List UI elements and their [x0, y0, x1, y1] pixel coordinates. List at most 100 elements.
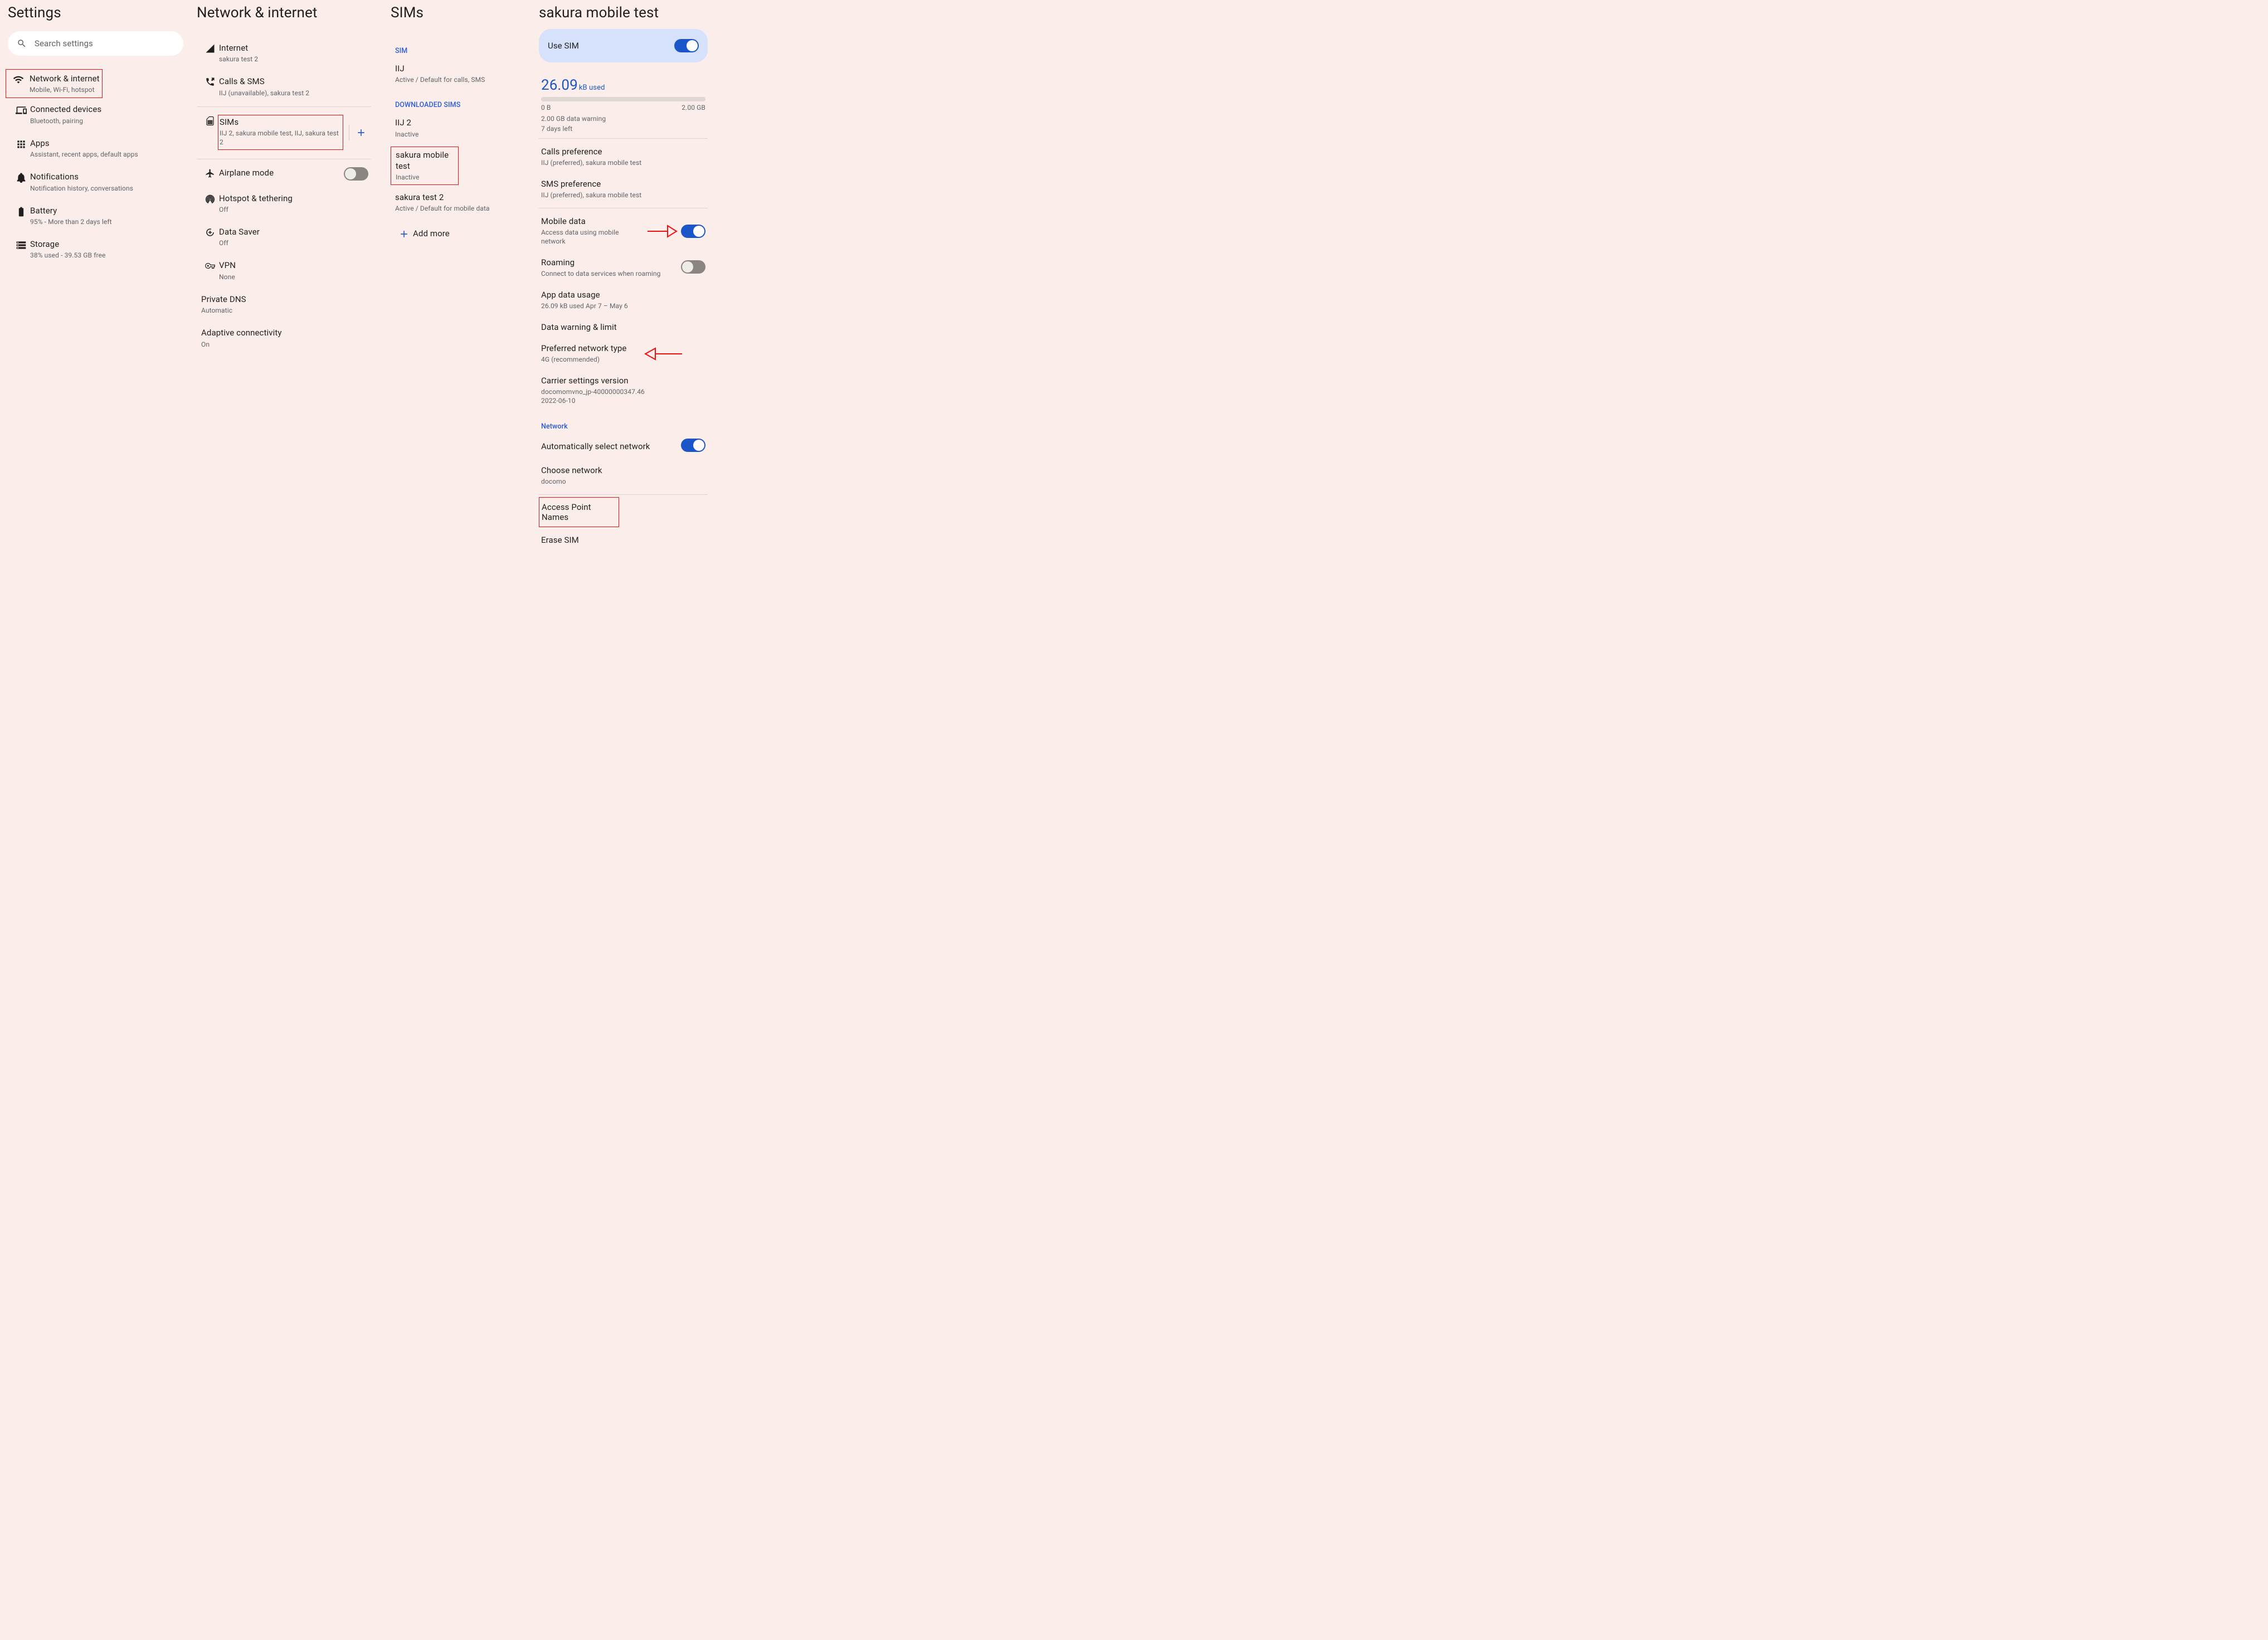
app-data-usage[interactable]: App data usage 26.09 kB used Apr 7 – May…: [539, 284, 708, 317]
item-title: Internet: [219, 42, 371, 53]
item-title: Network & internet: [30, 73, 102, 84]
hotspot-icon: [201, 194, 219, 204]
item-sub: None: [219, 272, 371, 281]
item-apps[interactable]: Apps Assistant, recent apps, default app…: [8, 132, 187, 166]
item-title: sakura mobile test: [396, 149, 458, 172]
item-sub: sakura test 2: [219, 55, 371, 64]
sim-icon: [201, 116, 219, 126]
item-sub: docomo: [541, 477, 705, 486]
item-title: SMS preference: [541, 179, 705, 189]
item-sims[interactable]: SIMs IIJ 2, sakura mobile test, IIJ, sak…: [197, 109, 343, 157]
item-internet[interactable]: Internet sakura test 2: [197, 37, 371, 70]
item-battery[interactable]: Battery 95% - More than 2 days left: [8, 199, 187, 233]
item-title: Erase SIM: [541, 535, 705, 545]
section-sim: SIM: [391, 41, 529, 57]
item-title: Data Saver: [219, 226, 371, 237]
item-title: Carrier settings version: [541, 376, 705, 386]
mobile-data[interactable]: Mobile data Access data using mobile net…: [539, 211, 708, 252]
data-warning-limit[interactable]: Data warning & limit: [539, 317, 708, 338]
item-sub: Mobile, Wi-Fi, hotspot: [30, 85, 102, 94]
mobile-data-toggle[interactable]: [681, 225, 705, 238]
use-sim-card[interactable]: Use SIM: [539, 29, 708, 62]
item-title: App data usage: [541, 290, 705, 300]
sim-item-sakura-mobile-test[interactable]: sakura mobile test Inactive: [391, 147, 459, 185]
item-sub: Bluetooth, pairing: [30, 116, 187, 125]
item-sub: IIJ (unavailable), sakura test 2: [219, 89, 371, 98]
usage-warning-line: 2.00 GB data warning: [541, 114, 705, 124]
usage-cap-left: 0 B: [541, 104, 551, 111]
item-title: Preferred network type: [541, 343, 639, 353]
storage-icon: [12, 240, 30, 251]
item-title: sakura test 2: [395, 192, 529, 203]
item-sub: Access data using mobile network: [541, 228, 642, 247]
item-sub: IIJ (preferred), sakura mobile test: [541, 158, 705, 168]
item-title: Data warning & limit: [541, 322, 705, 332]
usage-unit: kB used: [579, 84, 605, 92]
item-sub: Automatic: [201, 306, 371, 315]
item-private-dns[interactable]: Private DNS Automatic: [197, 288, 371, 322]
airplane-toggle[interactable]: [344, 167, 368, 181]
item-airplane-mode[interactable]: Airplane mode: [197, 162, 371, 187]
item-hotspot[interactable]: Hotspot & tethering Off: [197, 187, 371, 221]
item-network-internet[interactable]: Network & internet Mobile, Wi-Fi, hotspo…: [6, 69, 103, 98]
item-sub: Connect to data services when roaming: [541, 269, 676, 279]
item-title: Hotspot & tethering: [219, 193, 371, 204]
item-storage[interactable]: Storage 38% used - 39.53 GB free: [8, 233, 187, 266]
item-title: Apps: [30, 138, 187, 149]
item-adaptive-connectivity[interactable]: Adaptive connectivity On: [197, 322, 371, 355]
use-sim-toggle[interactable]: [674, 39, 699, 52]
item-data-saver[interactable]: Data Saver Off: [197, 221, 371, 254]
item-sub: Off: [219, 205, 371, 214]
auto-select-network[interactable]: Automatically select network: [539, 433, 708, 460]
battery-icon: [12, 206, 30, 217]
devices-icon: [12, 105, 30, 116]
section-network: Network: [539, 417, 708, 433]
item-sub: Assistant, recent apps, default apps: [30, 150, 187, 159]
preferred-network-type[interactable]: Preferred network type 4G (recommended): [539, 338, 708, 370]
sim-item-iij2[interactable]: IIJ 2 Inactive: [391, 111, 529, 145]
calls-preference[interactable]: Calls preference IIJ (preferred), sakura…: [539, 141, 708, 173]
page-title: Network & internet: [197, 4, 371, 21]
item-title: Storage: [30, 239, 187, 250]
item-sub: 38% used - 39.53 GB free: [30, 251, 187, 260]
search-settings[interactable]: Search settings: [8, 31, 183, 56]
add-sim-button[interactable]: [352, 123, 371, 142]
item-sub: Active / Default for calls, SMS: [395, 75, 529, 84]
item-notifications[interactable]: Notifications Notification history, conv…: [8, 166, 187, 199]
sim-item-iij[interactable]: IIJ Active / Default for calls, SMS: [391, 57, 529, 91]
erase-sim[interactable]: Erase SIM: [539, 529, 708, 551]
item-title: SIMs: [220, 116, 339, 128]
signal-icon: [201, 43, 219, 53]
item-title: IIJ 2: [395, 117, 529, 128]
item-calls-sms[interactable]: Calls & SMS IIJ (unavailable), sakura te…: [197, 70, 371, 104]
roaming[interactable]: Roaming Connect to data services when ro…: [539, 252, 708, 284]
data-saver-icon: [201, 227, 219, 237]
sms-preference[interactable]: SMS preference IIJ (preferred), sakura m…: [539, 173, 708, 206]
vpn-icon: [201, 261, 219, 271]
item-title: Notifications: [30, 171, 187, 182]
item-sub: Off: [219, 239, 371, 247]
item-vpn[interactable]: VPN None: [197, 254, 371, 288]
usage-value: 26.09: [539, 77, 578, 94]
access-point-names[interactable]: Access Point Names: [539, 497, 619, 527]
airplane-icon: [201, 168, 219, 178]
usage-bar: [541, 97, 705, 101]
item-title: Battery: [30, 205, 187, 216]
item-title: Private DNS: [201, 294, 371, 305]
item-title: VPN: [219, 260, 371, 271]
apps-icon: [12, 139, 30, 150]
auto-select-toggle[interactable]: [681, 439, 705, 452]
wifi-icon: [9, 74, 27, 85]
roaming-toggle[interactable]: [681, 260, 705, 274]
add-more-button[interactable]: Add more: [391, 220, 529, 246]
data-usage-block: 26.09kB used 0 B 2.00 GB 2.00 GB data wa…: [539, 77, 708, 134]
page-title: SIMs: [391, 4, 529, 21]
item-title: Access Point Names: [542, 502, 616, 522]
page-title: Settings: [8, 4, 187, 21]
item-connected-devices[interactable]: Connected devices Bluetooth, pairing: [8, 98, 187, 132]
carrier-settings-version[interactable]: Carrier settings version docomomvno_jp-4…: [539, 370, 708, 412]
section-downloaded-sims: DOWNLOADED SIMS: [391, 95, 529, 111]
usage-days-line: 7 days left: [541, 124, 705, 134]
sim-item-sakura-test-2[interactable]: sakura test 2 Active / Default for mobil…: [391, 186, 529, 220]
arrow-left-annotation: [643, 346, 683, 362]
